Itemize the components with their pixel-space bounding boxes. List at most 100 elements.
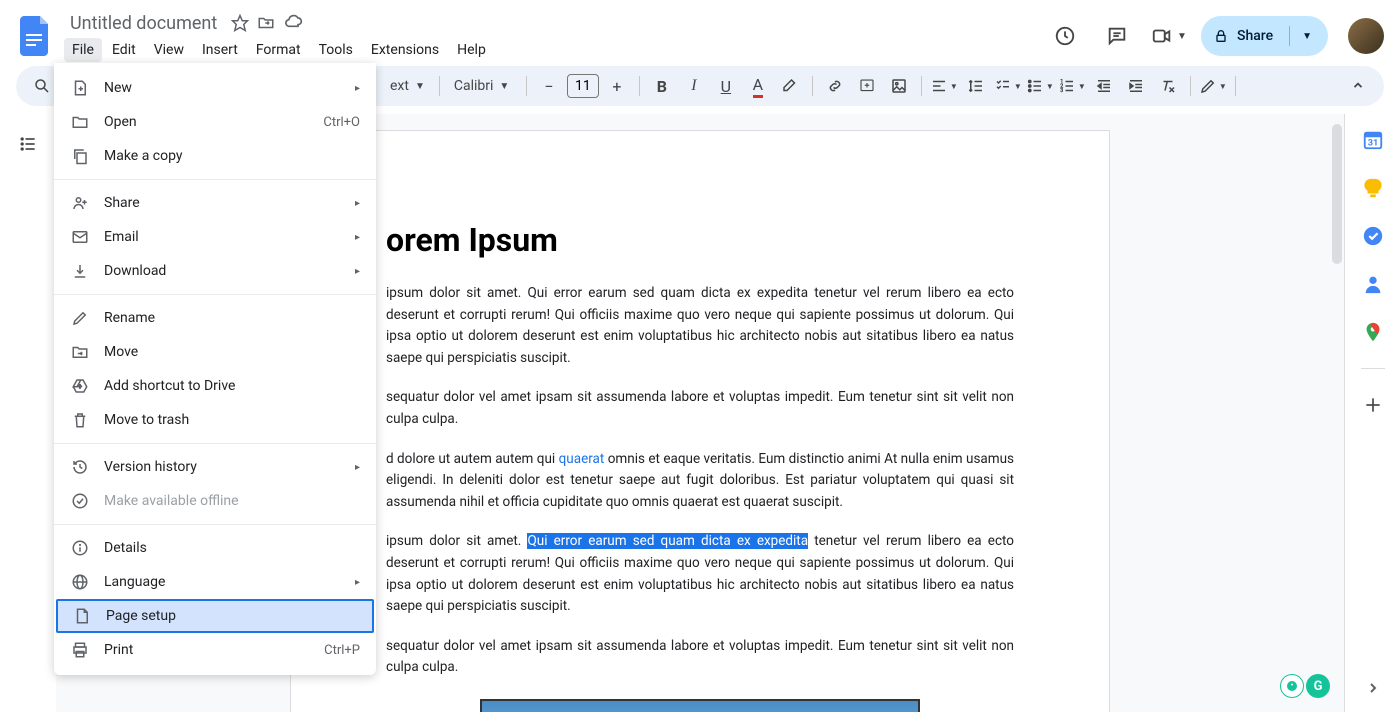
- bold-button[interactable]: B: [648, 72, 676, 100]
- menu-item-label: Move: [104, 344, 360, 360]
- show-outline-button[interactable]: [10, 126, 46, 162]
- collapse-toolbar-button[interactable]: [1344, 72, 1372, 100]
- docs-logo[interactable]: [16, 16, 56, 56]
- calendar-app-icon[interactable]: 31: [1361, 128, 1385, 152]
- menu-format[interactable]: Format: [248, 38, 309, 62]
- star-icon[interactable]: [231, 14, 249, 32]
- italic-button[interactable]: I: [680, 72, 708, 100]
- file-menu-share[interactable]: Share▸: [54, 186, 376, 220]
- align-button[interactable]: ▼: [930, 72, 958, 100]
- file-menu-rename[interactable]: Rename: [54, 301, 376, 335]
- submenu-arrow-icon: ▸: [355, 232, 360, 243]
- tasks-app-icon[interactable]: [1361, 224, 1385, 248]
- contacts-app-icon[interactable]: [1361, 272, 1385, 296]
- vertical-scrollbar[interactable]: [1332, 124, 1342, 264]
- comments-icon[interactable]: [1097, 16, 1137, 56]
- extension-badges: G: [1280, 674, 1330, 698]
- file-menu-open[interactable]: Open Ctrl+O: [54, 105, 376, 139]
- menu-tools[interactable]: Tools: [311, 38, 361, 62]
- svg-text:3: 3: [1060, 88, 1063, 94]
- decrease-font-size-button[interactable]: −: [535, 72, 563, 100]
- file-menu-print[interactable]: PrintCtrl+P: [54, 633, 376, 667]
- file-menu-details[interactable]: Details: [54, 531, 376, 565]
- menu-item-label: Details: [104, 540, 360, 556]
- menu-view[interactable]: View: [146, 38, 192, 62]
- insert-image-button[interactable]: [885, 72, 913, 100]
- extension-badge-1[interactable]: [1280, 674, 1304, 698]
- line-spacing-button[interactable]: [962, 72, 990, 100]
- menu-help[interactable]: Help: [449, 38, 494, 62]
- highlight-button[interactable]: [776, 72, 804, 100]
- submenu-arrow-icon: ▸: [355, 577, 360, 588]
- file-menu-email[interactable]: Email▸: [54, 220, 376, 254]
- paragraph[interactable]: ipsum dolor sit amet. Qui error earum se…: [386, 283, 1014, 369]
- hyperlink[interactable]: quaerat: [559, 451, 605, 467]
- info-icon: [70, 538, 90, 558]
- insert-link-button[interactable]: [821, 72, 849, 100]
- file-menu-make-a-copy[interactable]: Make a copy: [54, 139, 376, 173]
- shortcut-text: Ctrl+O: [323, 115, 360, 130]
- menu-item-label: New: [104, 80, 341, 96]
- submenu-arrow-icon: ▸: [355, 266, 360, 277]
- file-menu-add-shortcut-to-drive[interactable]: +Add shortcut to Drive: [54, 369, 376, 403]
- document-heading[interactable]: orem Ipsum: [386, 221, 1014, 259]
- increase-font-size-button[interactable]: +: [603, 72, 631, 100]
- menu-extensions[interactable]: Extensions: [363, 38, 447, 62]
- underline-button[interactable]: U: [712, 72, 740, 100]
- clear-formatting-button[interactable]: [1154, 72, 1182, 100]
- font-size-input[interactable]: 11: [567, 74, 599, 98]
- editing-mode-button[interactable]: ▼: [1199, 72, 1227, 100]
- pencil-icon: [70, 308, 90, 328]
- move-to-folder-icon[interactable]: [257, 14, 275, 32]
- search-menus-icon[interactable]: [28, 72, 56, 100]
- file-menu-new[interactable]: New▸: [54, 71, 376, 105]
- menu-edit[interactable]: Edit: [104, 38, 144, 62]
- text-color-button[interactable]: A: [744, 72, 772, 100]
- menu-item-label: Share: [104, 195, 341, 211]
- file-menu-move-to-trash[interactable]: Move to trash: [54, 403, 376, 437]
- grammarly-badge[interactable]: G: [1306, 674, 1330, 698]
- increase-indent-button[interactable]: [1122, 72, 1150, 100]
- download-icon: [70, 261, 90, 281]
- header-actions: ▼ Share ▼: [1045, 16, 1384, 56]
- share-button[interactable]: Share ▼: [1201, 16, 1328, 56]
- left-gutter: [0, 114, 56, 712]
- menu-insert[interactable]: Insert: [194, 38, 246, 62]
- menu-item-label: Open: [104, 114, 309, 130]
- hide-side-panel-button[interactable]: [1361, 676, 1385, 700]
- menu-item-label: Move to trash: [104, 412, 360, 428]
- cloud-status-icon[interactable]: [283, 13, 303, 33]
- history-icon: [70, 457, 90, 477]
- history-icon[interactable]: [1045, 16, 1085, 56]
- bulleted-list-button[interactable]: ▼: [1026, 72, 1054, 100]
- paragraph-style-select[interactable]: ext ▼: [384, 78, 431, 94]
- lock-icon: [1213, 28, 1229, 44]
- keep-app-icon[interactable]: [1361, 176, 1385, 200]
- page: orem Ipsum ipsum dolor sit amet. Qui err…: [290, 130, 1110, 712]
- meet-button[interactable]: ▼: [1149, 16, 1189, 56]
- add-comment-button[interactable]: [853, 72, 881, 100]
- file-menu-version-history[interactable]: Version history▸: [54, 450, 376, 484]
- menu-item-label: Download: [104, 263, 341, 279]
- decrease-indent-button[interactable]: [1090, 72, 1118, 100]
- menubar: File Edit View Insert Format Tools Exten…: [64, 38, 1045, 62]
- paragraph[interactable]: sequatur dolor vel amet ipsam sit assume…: [386, 387, 1014, 430]
- document-title[interactable]: Untitled document: [64, 11, 223, 36]
- paragraph[interactable]: ipsum dolor sit amet. Qui error earum se…: [386, 531, 1014, 617]
- maps-app-icon[interactable]: [1361, 320, 1385, 344]
- checklist-button[interactable]: ▼: [994, 72, 1022, 100]
- menu-file[interactable]: File: [64, 38, 102, 62]
- paragraph[interactable]: d dolore ut autem autem qui quaerat omni…: [386, 449, 1014, 514]
- embedded-image[interactable]: [480, 699, 920, 712]
- numbered-list-button[interactable]: 123▼: [1058, 72, 1086, 100]
- file-menu-language[interactable]: Language▸: [54, 565, 376, 599]
- selected-text[interactable]: Qui error earum sed quam dicta ex expedi…: [527, 533, 808, 549]
- font-family-select[interactable]: Calibri ▼: [448, 78, 518, 94]
- drive-add-icon: +: [70, 376, 90, 396]
- user-avatar[interactable]: [1348, 18, 1384, 54]
- paragraph[interactable]: sequatur dolor vel amet ipsam sit assume…: [386, 636, 1014, 679]
- file-menu-move[interactable]: Move: [54, 335, 376, 369]
- file-menu-page-setup[interactable]: Page setup: [56, 599, 374, 633]
- get-addons-button[interactable]: [1361, 393, 1385, 417]
- file-menu-download[interactable]: Download ▸: [54, 254, 376, 288]
